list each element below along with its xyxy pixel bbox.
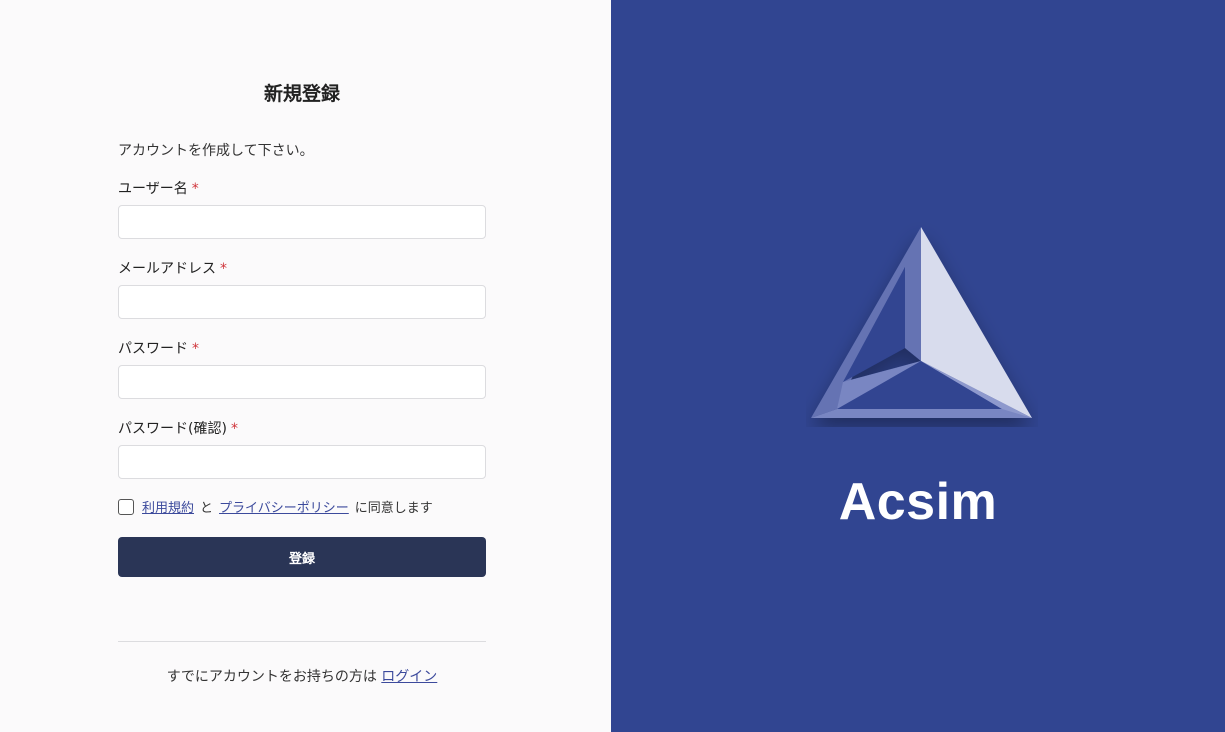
password-label: パスワード * (118, 338, 199, 358)
password-confirm-label-text: パスワード(確認) (118, 421, 227, 437)
agree-checkbox[interactable] (118, 498, 134, 515)
agree-suffix-text: に同意します (354, 501, 433, 516)
email-input[interactable] (118, 285, 486, 319)
required-mark: * (230, 421, 238, 437)
required-mark: * (192, 341, 199, 357)
registration-panel: 新規登録 アカウントを作成して下さい。 ユーザー名 * メールアドレス * パスワー… (0, 0, 611, 732)
username-label-text: ユーザー名 (118, 181, 188, 197)
triangle-logo-icon (806, 222, 1038, 427)
login-prompt-text: すでにアカウントをお持ちの方は (166, 669, 377, 685)
password-input[interactable] (118, 365, 486, 399)
brand-name: Acsim (838, 473, 998, 531)
password-label-text: パスワード (118, 341, 188, 357)
username-label: ユーザー名 * (118, 178, 199, 198)
register-button[interactable]: 登録 (118, 537, 486, 577)
login-prompt: すでにアカウントをお持ちの方は ログイン (0, 666, 604, 686)
username-input[interactable] (118, 205, 486, 239)
login-link[interactable]: ログイン (381, 669, 437, 685)
page-title: 新規登録 (263, 83, 340, 105)
terms-link[interactable]: 利用規約 (142, 497, 194, 516)
required-mark: * (220, 261, 227, 277)
divider (118, 641, 486, 642)
password-confirm-input[interactable] (118, 445, 486, 479)
required-mark: * (191, 181, 199, 197)
and-text: と (200, 501, 214, 516)
brand-panel: Acsim (611, 0, 1225, 732)
email-label-text: メールアドレス (118, 261, 216, 277)
intro-text: アカウントを作成して下さい。 (118, 143, 314, 159)
privacy-policy-link[interactable]: プライバシーポリシー (219, 497, 349, 516)
email-label: メールアドレス * (118, 258, 227, 278)
agreement-row: 利用規約 と プライバシーポリシー に同意します (118, 497, 439, 516)
password-confirm-label: パスワード(確認) * (118, 418, 238, 438)
